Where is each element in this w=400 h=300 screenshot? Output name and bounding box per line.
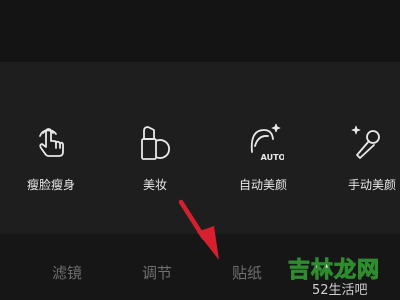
makeup-tool[interactable]: 美妆 — [110, 122, 200, 202]
manual-beauty-label: 手动美颜 — [348, 178, 397, 192]
wand-icon — [351, 125, 380, 159]
tab-filter[interactable]: 滤镜 — [52, 262, 82, 283]
slim-face-body-tool[interactable]: 瘦脸瘦身 — [6, 122, 96, 202]
tap-hand-icon — [39, 128, 64, 157]
watermark-logo: 吉林龙网 52生活吧 — [276, 252, 400, 299]
makeup-label: 美妆 — [142, 178, 167, 192]
auto-beauty-tool[interactable]: AUTO 自动美颜 — [218, 122, 308, 202]
auto-beauty-label: 自动美颜 — [238, 178, 287, 192]
slim-face-body-label: 瘦脸瘦身 — [26, 178, 75, 192]
watermark-subtitle: 52生活吧 — [312, 283, 368, 298]
auto-beauty-icon: AUTO — [250, 123, 284, 162]
tab-sticker[interactable]: 贴纸 — [232, 262, 262, 283]
lipstick-icon — [141, 126, 170, 160]
tab-adjust[interactable]: 调节 — [142, 262, 172, 283]
manual-beauty-tool[interactable]: 手动美颜 — [330, 122, 400, 202]
top-area — [0, 0, 400, 62]
auto-badge: AUTO — [261, 153, 284, 162]
